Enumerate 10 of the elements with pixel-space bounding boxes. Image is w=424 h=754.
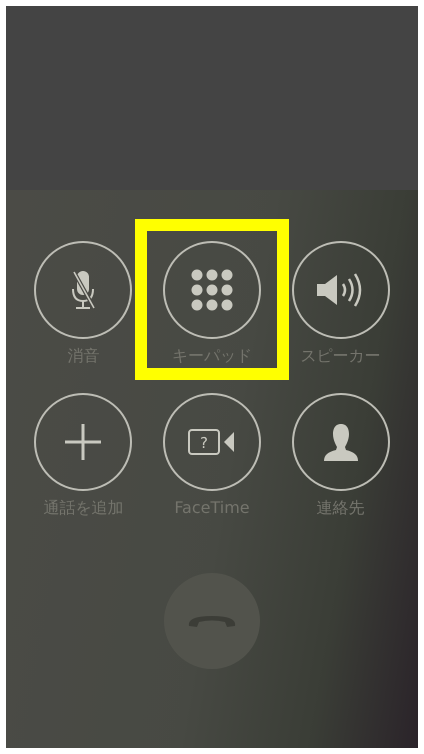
contacts-button[interactable] <box>292 393 390 491</box>
plus-icon <box>65 424 102 460</box>
button-label: 連絡先 <box>316 497 365 519</box>
facetime-button[interactable]: ? <box>162 393 261 491</box>
keypad-button[interactable] <box>162 241 261 339</box>
add-button[interactable] <box>34 393 132 491</box>
speaker-button[interactable] <box>292 241 390 339</box>
mute-button[interactable] <box>34 241 132 339</box>
person-silhouette-icon <box>322 422 359 462</box>
keypad-icon <box>190 269 233 311</box>
